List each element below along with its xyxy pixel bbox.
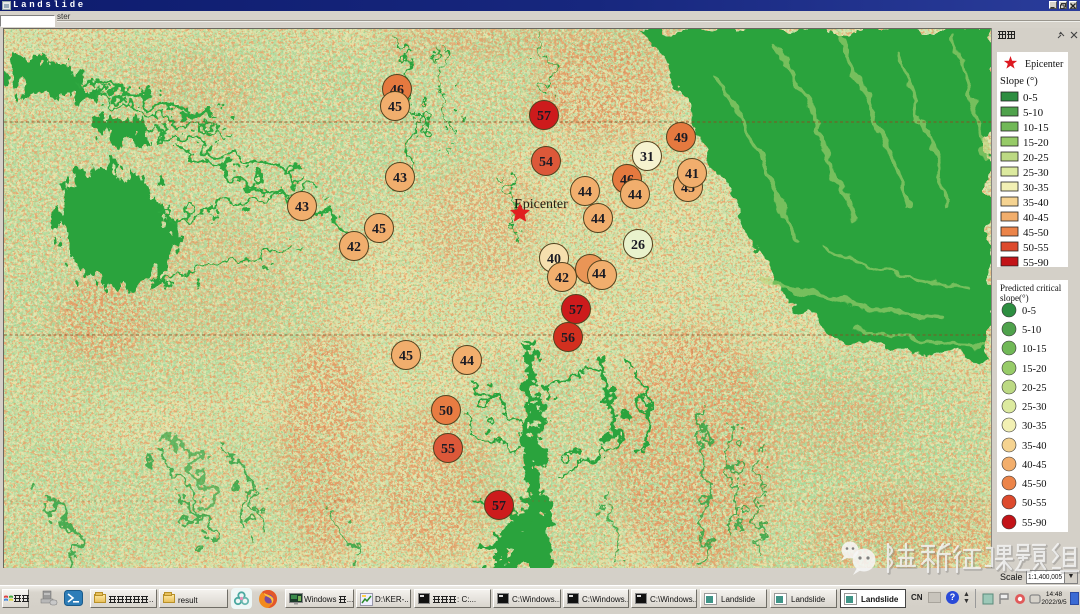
svg-text:45: 45 xyxy=(372,222,386,237)
svg-text:45: 45 xyxy=(388,100,402,115)
svg-text:43: 43 xyxy=(393,171,407,186)
svg-text:50-55: 50-55 xyxy=(1023,242,1049,254)
svg-text:0-5: 0-5 xyxy=(1022,306,1036,317)
svg-text:30-35: 30-35 xyxy=(1022,421,1047,432)
svg-text:44: 44 xyxy=(592,267,606,282)
svg-text:45: 45 xyxy=(399,349,413,364)
svg-text:30-35: 30-35 xyxy=(1023,182,1049,194)
svg-text:slope(°): slope(°) xyxy=(1000,293,1029,303)
svg-text:20-25: 20-25 xyxy=(1022,383,1047,394)
svg-text:42: 42 xyxy=(347,240,361,255)
svg-text:35-40: 35-40 xyxy=(1023,197,1049,209)
svg-text:10-15: 10-15 xyxy=(1022,344,1047,355)
svg-text:44: 44 xyxy=(460,354,474,369)
svg-text:41: 41 xyxy=(685,167,699,182)
svg-text:Epicenter: Epicenter xyxy=(1025,59,1064,70)
svg-text:49: 49 xyxy=(674,131,688,146)
svg-text:55-90: 55-90 xyxy=(1023,257,1049,267)
svg-text:Predicted critical: Predicted critical xyxy=(1000,283,1062,293)
svg-text:57: 57 xyxy=(537,109,551,124)
svg-text:45-50: 45-50 xyxy=(1022,479,1047,490)
svg-text:15-20: 15-20 xyxy=(1023,137,1049,149)
svg-text:5-10: 5-10 xyxy=(1022,325,1041,336)
svg-text:45-50: 45-50 xyxy=(1023,227,1049,239)
svg-text:Slope (°): Slope (°) xyxy=(1000,76,1038,87)
svg-text:55-90: 55-90 xyxy=(1022,518,1047,529)
svg-text:35-40: 35-40 xyxy=(1022,441,1047,452)
svg-text:54: 54 xyxy=(539,155,553,170)
svg-text:56: 56 xyxy=(561,331,575,346)
svg-text:42: 42 xyxy=(555,271,569,286)
svg-text:40-45: 40-45 xyxy=(1023,212,1049,224)
svg-text:31: 31 xyxy=(640,150,654,165)
svg-text:40-45: 40-45 xyxy=(1022,460,1047,471)
svg-text:57: 57 xyxy=(492,499,506,514)
svg-text:44: 44 xyxy=(628,188,642,203)
svg-text:57: 57 xyxy=(569,303,583,318)
svg-text:55: 55 xyxy=(441,442,455,457)
svg-text:44: 44 xyxy=(578,185,592,200)
svg-text:50: 50 xyxy=(439,404,453,419)
svg-text:25-30: 25-30 xyxy=(1022,402,1047,413)
svg-text:26: 26 xyxy=(631,238,645,253)
svg-text:15-20: 15-20 xyxy=(1022,364,1047,375)
svg-text:43: 43 xyxy=(295,200,309,215)
svg-text:25-30: 25-30 xyxy=(1023,167,1049,179)
svg-text:0-5: 0-5 xyxy=(1023,92,1038,104)
svg-text:44: 44 xyxy=(591,212,605,227)
svg-text:5-10: 5-10 xyxy=(1023,107,1044,119)
svg-text:20-25: 20-25 xyxy=(1023,152,1049,164)
svg-text:50-55: 50-55 xyxy=(1022,498,1047,509)
svg-text:10-15: 10-15 xyxy=(1023,122,1049,134)
